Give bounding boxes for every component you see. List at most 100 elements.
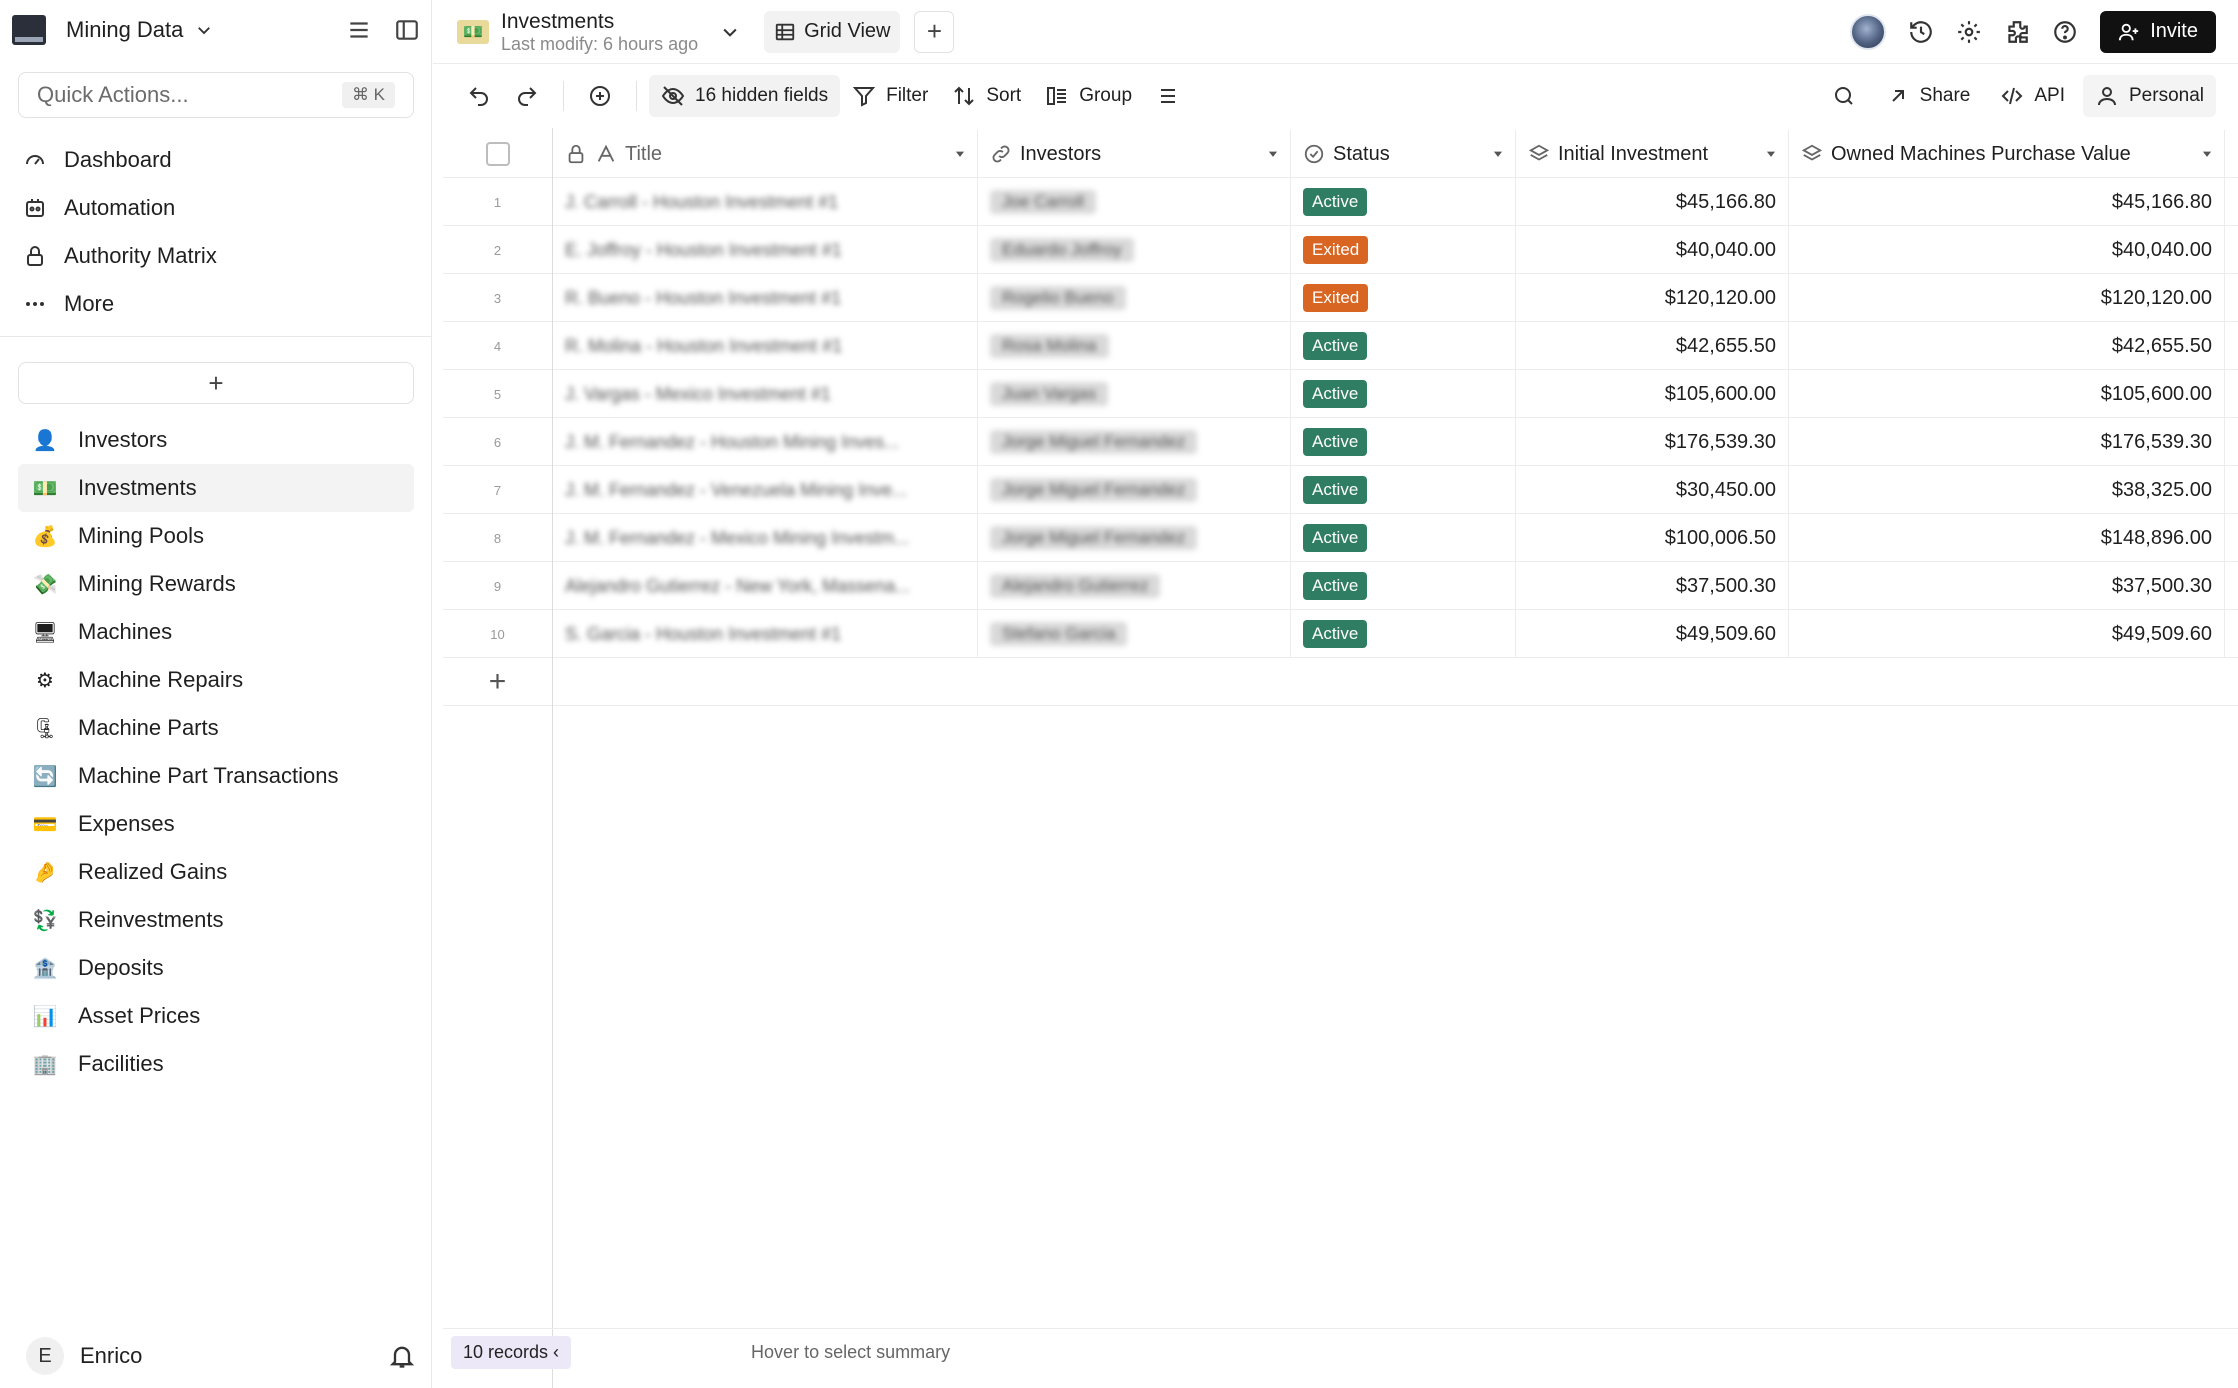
initial-investment-cell[interactable]: $40,040.00	[1516, 226, 1789, 274]
sidebar-toggle-icon[interactable]	[394, 17, 420, 43]
add-view-button[interactable]: +	[914, 10, 955, 53]
summary-hint[interactable]: Hover to select summary	[751, 1342, 950, 1363]
title-cell[interactable]: R. Bueno - Houston Investment #1	[553, 274, 978, 322]
title-cell[interactable]: E. Joffroy - Houston Investment #1	[553, 226, 978, 274]
investors-cell[interactable]: Rosa Molina	[978, 322, 1291, 370]
add-row-plus-icon[interactable]: +	[443, 658, 553, 706]
title-cell[interactable]: Alejandro Gutierrez - New York, Massena.…	[553, 562, 978, 610]
nav-item-authority-matrix[interactable]: Authority Matrix	[22, 232, 418, 280]
plugin-icon[interactable]	[2004, 19, 2030, 45]
add-table-button[interactable]: +	[18, 362, 414, 404]
personal-view-button[interactable]: Personal	[2083, 75, 2216, 117]
collaborator-avatar[interactable]	[1850, 13, 1887, 50]
status-cell[interactable]: Active	[1291, 322, 1516, 370]
owned-machines-value-cell[interactable]: $120,120.00	[1789, 274, 2225, 322]
title-cell[interactable]: J. M. Fernandez - Venezuela Mining Inve.…	[553, 466, 978, 514]
caret-down-icon[interactable]	[1491, 147, 1505, 161]
chevron-down-icon[interactable]	[195, 21, 213, 39]
initial-investment-cell[interactable]: $37,500.30	[1516, 562, 1789, 610]
sidebar-item-investors[interactable]: 👤 Investors	[18, 416, 414, 464]
row-height-button[interactable]	[1144, 75, 1192, 117]
bell-icon[interactable]	[388, 1342, 416, 1370]
title-cell[interactable]: J. M. Fernandez - Houston Mining Inves..…	[553, 418, 978, 466]
status-cell[interactable]: Active	[1291, 466, 1516, 514]
menu-icon[interactable]	[346, 17, 372, 43]
initial-investment-cell[interactable]: $30,450.00	[1516, 466, 1789, 514]
initial-investment-cell[interactable]: $105,600.00	[1516, 370, 1789, 418]
investors-cell[interactable]: Jorge Miguel Fernandez	[978, 466, 1291, 514]
column-header-title[interactable]: Title	[553, 130, 978, 178]
owned-machines-value-cell[interactable]: $49,509.60	[1789, 610, 2225, 658]
initial-investment-cell[interactable]: $120,120.00	[1516, 274, 1789, 322]
initial-investment-cell[interactable]: $42,655.50	[1516, 322, 1789, 370]
table-row[interactable]: 8 J. M. Fernandez - Mexico Mining Investm…	[443, 514, 2238, 562]
investors-cell[interactable]: Alejandro Gutierrez	[978, 562, 1291, 610]
add-row[interactable]: +	[443, 658, 2238, 706]
investors-cell[interactable]: Joe Carroll	[978, 178, 1291, 226]
record-count[interactable]: 10 records ‹	[451, 1336, 572, 1369]
investors-cell[interactable]: Rogelio Bueno	[978, 274, 1291, 322]
table-row[interactable]: 4 R. Molina - Houston Investment #1 Rosa M…	[443, 322, 2238, 370]
table-row[interactable]: 2 E. Joffroy - Houston Investment #1 Eduar…	[443, 226, 2238, 274]
column-header-status[interactable]: Status	[1291, 130, 1516, 178]
status-cell[interactable]: Active	[1291, 370, 1516, 418]
status-cell[interactable]: Active	[1291, 610, 1516, 658]
table-row[interactable]: 7 J. M. Fernandez - Venezuela Mining Inve…	[443, 466, 2238, 514]
status-cell[interactable]: Active	[1291, 418, 1516, 466]
table-title-block[interactable]: Investments Last modify: 6 hours ago	[501, 11, 698, 53]
filter-button[interactable]: Filter	[840, 75, 940, 117]
title-cell[interactable]: J. Vargas - Mexico Investment #1	[553, 370, 978, 418]
quick-actions-search[interactable]: Quick Actions... ⌘ K	[18, 72, 414, 118]
sort-button[interactable]: Sort	[940, 75, 1033, 117]
user-avatar[interactable]: E	[26, 1337, 64, 1375]
history-icon[interactable]	[1908, 19, 1934, 45]
initial-investment-cell[interactable]: $45,166.80	[1516, 178, 1789, 226]
nav-item-more[interactable]: More	[22, 280, 418, 328]
select-all-checkbox[interactable]	[485, 142, 510, 166]
owned-machines-value-cell[interactable]: $42,655.50	[1789, 322, 2225, 370]
sidebar-item-deposits[interactable]: 🏦 Deposits	[18, 944, 414, 992]
initial-investment-cell[interactable]: $49,509.60	[1516, 610, 1789, 658]
sidebar-item-machine-part-transactions[interactable]: 🔄 Machine Part Transactions	[18, 752, 414, 800]
sidebar-item-machine-parts[interactable]: 🗜 Machine Parts	[18, 704, 414, 752]
initial-investment-cell[interactable]: $100,006.50	[1516, 514, 1789, 562]
tab-grid-view[interactable]: Grid View	[764, 10, 901, 53]
caret-down-icon[interactable]	[1266, 147, 1280, 161]
sidebar-item-reinvestments[interactable]: 💱 Reinvestments	[18, 896, 414, 944]
investors-cell[interactable]: Eduardo Joffroy	[978, 226, 1291, 274]
status-cell[interactable]: Active	[1291, 178, 1516, 226]
gear-icon[interactable]	[1956, 19, 1982, 45]
owned-machines-value-cell[interactable]: $148,896.00	[1789, 514, 2225, 562]
sidebar-item-facilities[interactable]: 🏢 Facilities	[18, 1040, 414, 1088]
table-row[interactable]: 10 S. Garcia - Houston Investment #1 Stefa…	[443, 610, 2238, 658]
table-row[interactable]: 6 J. M. Fernandez - Houston Mining Inves.…	[443, 418, 2238, 466]
investors-cell[interactable]: Juan Vargas	[978, 370, 1291, 418]
sidebar-item-investments[interactable]: 💵 Investments	[18, 464, 414, 512]
nav-item-dashboard[interactable]: Dashboard	[22, 136, 418, 184]
investors-cell[interactable]: Stefano Garcia	[978, 610, 1291, 658]
title-cell[interactable]: J. M. Fernandez - Mexico Mining Investm.…	[553, 514, 978, 562]
invite-button[interactable]: Invite	[2100, 10, 2216, 53]
add-record-button[interactable]	[576, 75, 624, 117]
owned-machines-value-cell[interactable]: $176,539.30	[1789, 418, 2225, 466]
caret-down-icon[interactable]	[1764, 147, 1778, 161]
nav-item-automation[interactable]: Automation	[22, 184, 418, 232]
status-cell[interactable]: Exited	[1291, 274, 1516, 322]
sidebar-item-mining-rewards[interactable]: 💸 Mining Rewards	[18, 560, 414, 608]
sidebar-item-mining-pools[interactable]: 💰 Mining Pools	[18, 512, 414, 560]
chevron-down-icon[interactable]	[720, 22, 740, 42]
status-cell[interactable]: Exited	[1291, 226, 1516, 274]
title-cell[interactable]: S. Garcia - Houston Investment #1	[553, 610, 978, 658]
table-row[interactable]: 5 J. Vargas - Mexico Investment #1 Juan Va…	[443, 370, 2238, 418]
group-button[interactable]: Group	[1033, 75, 1144, 117]
workspace-name[interactable]: Mining Data	[66, 17, 183, 43]
column-header-investors[interactable]: Investors	[978, 130, 1291, 178]
sidebar-item-realized-gains[interactable]: 🤌 Realized Gains	[18, 848, 414, 896]
sidebar-item-machines[interactable]: 🖥 Machines	[18, 608, 414, 656]
title-cell[interactable]: R. Molina - Houston Investment #1	[553, 322, 978, 370]
sidebar-item-asset-prices[interactable]: 📊 Asset Prices	[18, 992, 414, 1040]
sidebar-item-expenses[interactable]: 💳 Expenses	[18, 800, 414, 848]
column-header-initial-investment[interactable]: Initial Investment	[1516, 130, 1789, 178]
undo-button[interactable]	[455, 75, 503, 117]
table-row[interactable]: 3 R. Bueno - Houston Investment #1 Rogelio…	[443, 274, 2238, 322]
